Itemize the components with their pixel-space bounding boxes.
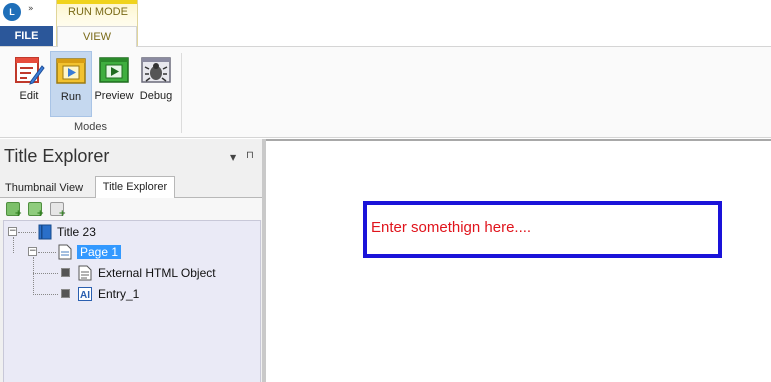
add-chapter-icon[interactable] (28, 202, 44, 219)
tab-file[interactable]: FILE (0, 26, 53, 46)
tree-node-label: Entry_1 (98, 287, 140, 301)
tree-connector (13, 237, 14, 253)
add-object-icon[interactable] (50, 202, 66, 219)
collapse-title-icon[interactable]: − (8, 227, 17, 236)
tree-node-label: Title 23 (57, 225, 96, 239)
tree-node-object[interactable]: External HTML Object (78, 264, 216, 282)
tree-connector (33, 273, 58, 274)
html-object-icon (78, 265, 92, 281)
object-visibility-icon[interactable] (61, 289, 70, 298)
tree-connector (33, 294, 58, 295)
tree-connector (38, 252, 56, 253)
explorer-toolbar (0, 198, 262, 220)
add-page-icon[interactable] (6, 202, 22, 219)
tab-title-explorer[interactable]: Title Explorer (95, 176, 175, 198)
tree-node-page[interactable]: Page 1 (58, 243, 122, 261)
svg-text:AI: AI (80, 290, 90, 301)
title-tree: − Title 23 − Page 1 External HTML Object (3, 220, 261, 382)
book-icon (38, 224, 52, 240)
page-canvas: Enter somethign here.... (266, 139, 771, 382)
object-visibility-icon[interactable] (61, 268, 70, 277)
tree-node-label: Page 1 (77, 245, 122, 259)
tree-node-label: External HTML Object (98, 266, 216, 280)
tab-thumbnail-view[interactable]: Thumbnail View (2, 178, 94, 198)
edit-button[interactable]: Edit (8, 51, 50, 117)
panel-dropdown-icon[interactable]: ▼ (230, 153, 236, 162)
tab-view[interactable]: VIEW (57, 26, 137, 47)
page-icon (58, 244, 72, 260)
edit-label: Edit (19, 90, 39, 102)
run-mode-label: RUN MODE (68, 6, 128, 18)
debug-bug-icon (140, 54, 172, 86)
text-entry-box[interactable]: Enter somethign here.... (363, 201, 722, 258)
preview-mode-icon (98, 54, 130, 86)
run-label: Run (60, 91, 82, 103)
debug-button[interactable]: Debug (136, 51, 176, 117)
tree-connector (33, 257, 34, 295)
modes-group-label: Modes (73, 121, 108, 133)
edit-mode-icon (13, 54, 45, 86)
debug-label: Debug (139, 90, 173, 102)
run-mode-icon (55, 55, 87, 87)
run-button[interactable]: Run (50, 51, 92, 117)
ribbon: Edit Run Preview Debug Modes (0, 46, 771, 138)
tree-node-object[interactable]: AI Entry_1 (78, 285, 139, 303)
tree-node-title[interactable]: Title 23 (38, 223, 96, 241)
app-logo-icon[interactable]: L (3, 3, 21, 21)
panel-pin-icon[interactable]: ⊓ (246, 150, 254, 161)
entry-placeholder-text: Enter somethign here.... (371, 219, 532, 236)
tree-connector (18, 232, 36, 233)
title-explorer-panel: Title Explorer ▼ ⊓ Thumbnail View Title … (0, 139, 262, 382)
text-entry-icon: AI (78, 286, 92, 302)
collapse-page-icon[interactable]: − (28, 247, 37, 256)
group-separator (181, 53, 182, 133)
quick-access-more-icon[interactable]: » (28, 4, 34, 14)
panel-title: Title Explorer (4, 146, 110, 166)
preview-button[interactable]: Preview (92, 51, 136, 117)
preview-label: Preview (94, 90, 134, 102)
